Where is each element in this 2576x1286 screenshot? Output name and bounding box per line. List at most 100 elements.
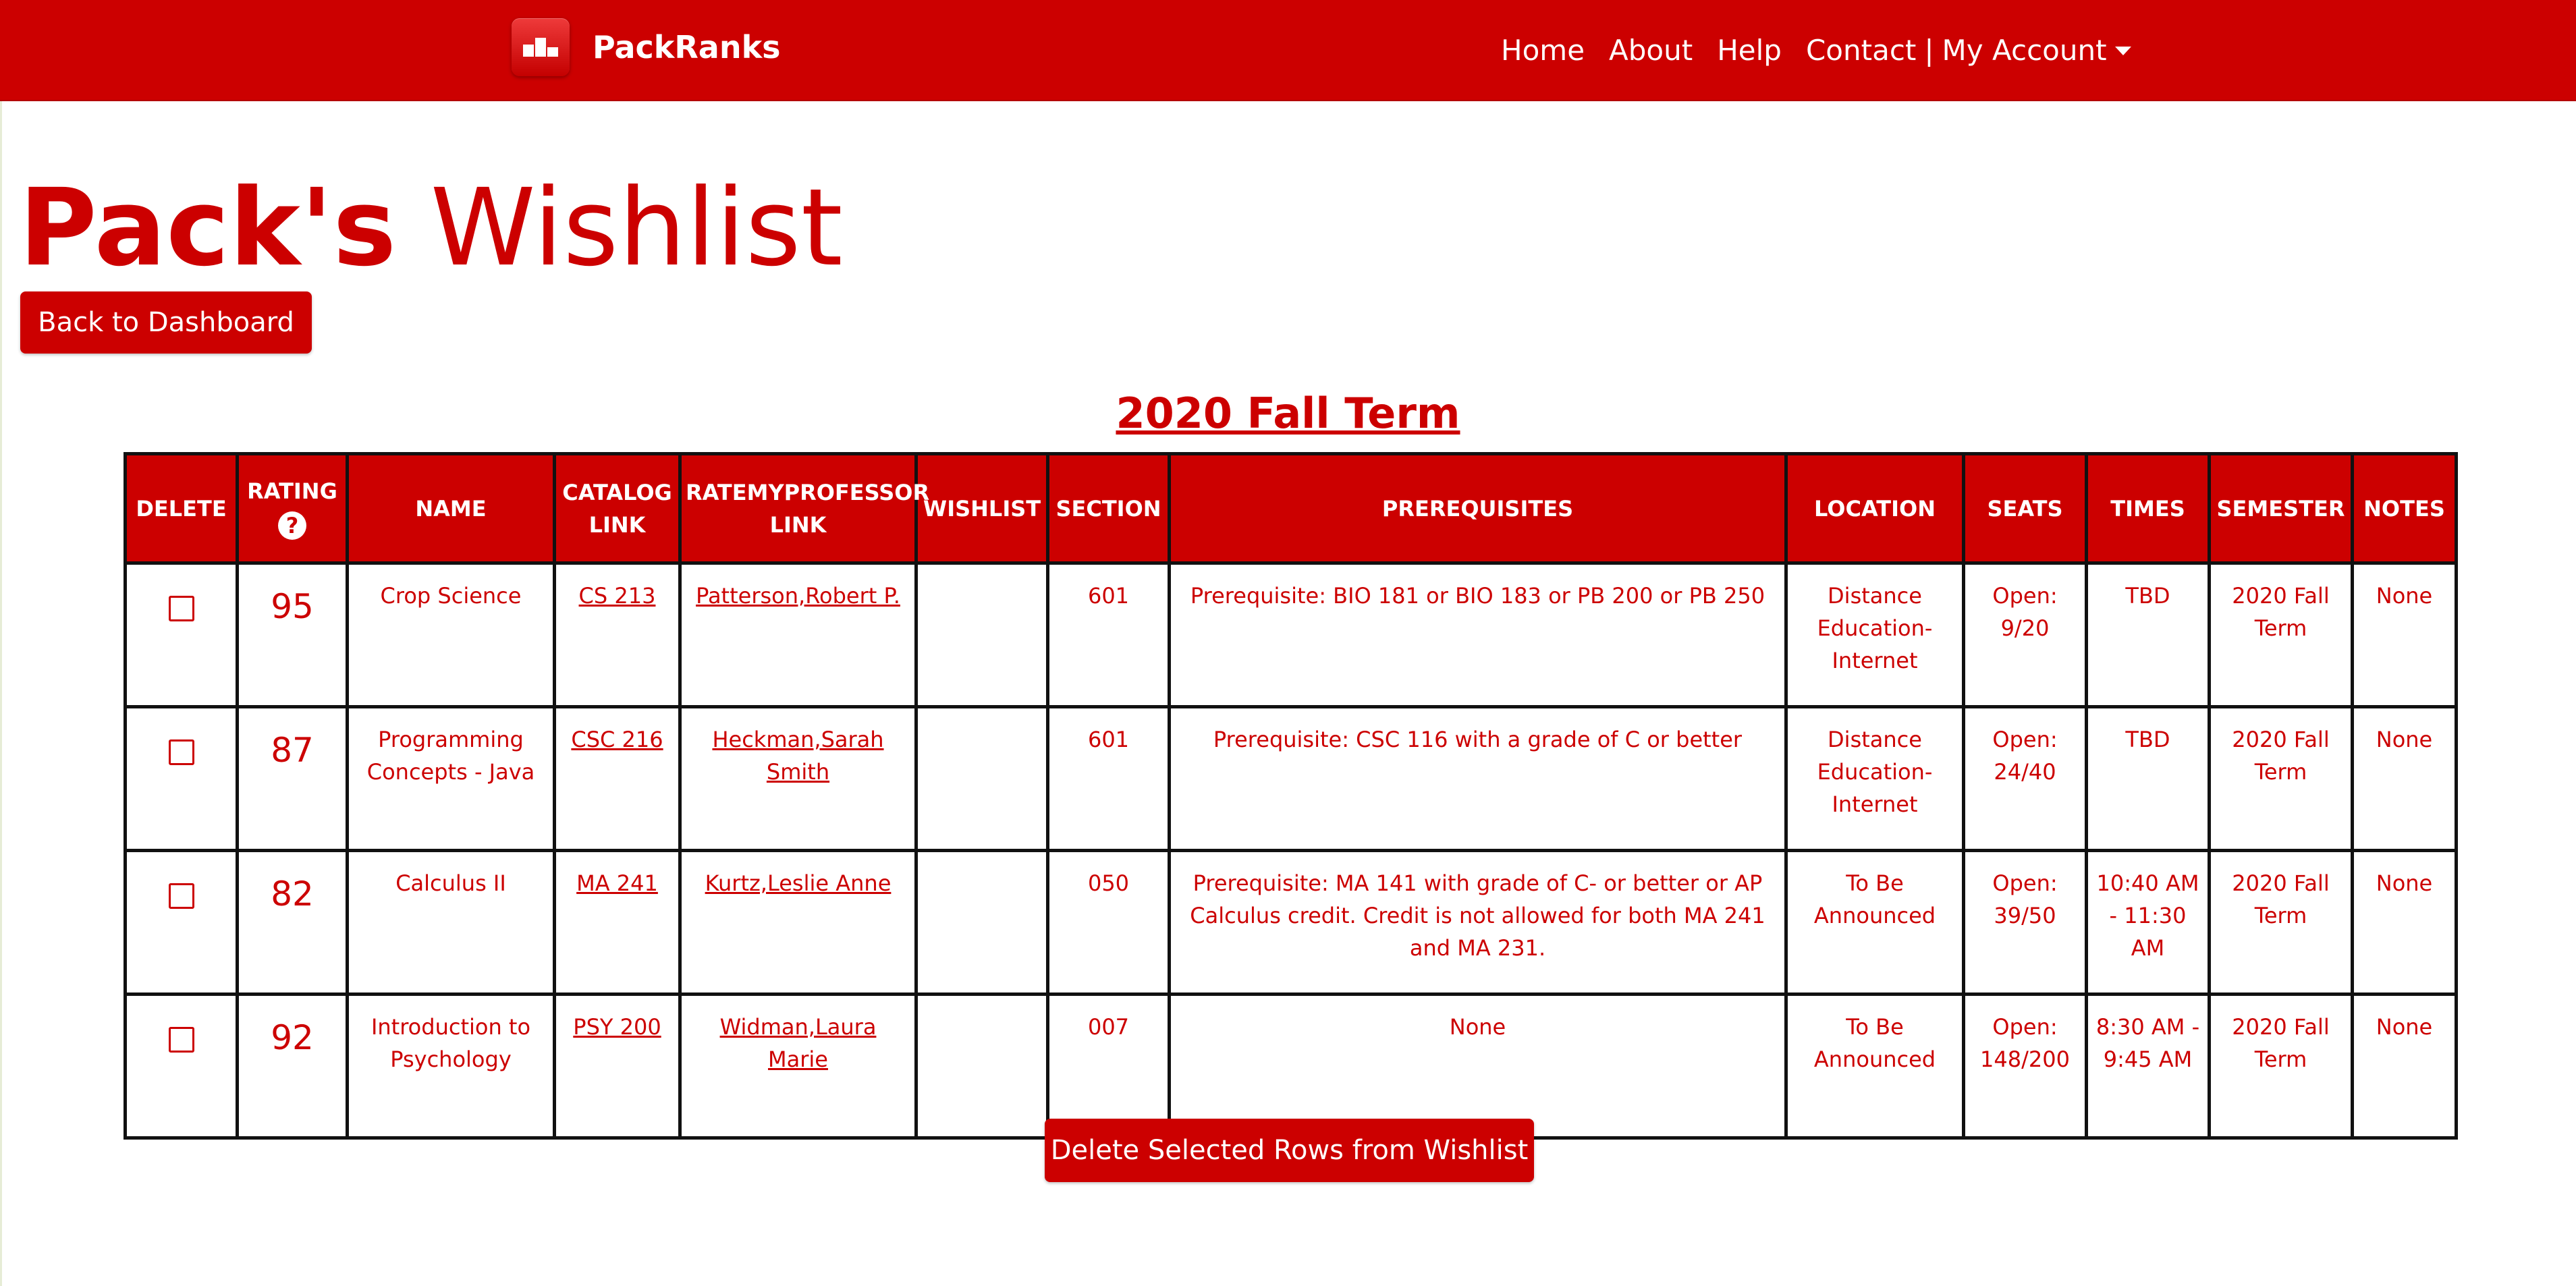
prerequisites-cell: Prerequisite: MA 141 with grade of C- or…	[1168, 849, 1788, 996]
nav-contact[interactable]: Contact	[1806, 34, 1916, 67]
nav-separator: |	[1924, 33, 1934, 67]
wishlist-cell	[914, 705, 1049, 852]
rmp-link[interactable]: Widman,Laura Marie	[720, 1014, 877, 1072]
catalog-link[interactable]: PSY 200	[573, 1014, 661, 1040]
rmp-cell: Widman,Laura Marie	[678, 993, 918, 1140]
help-icon[interactable]: ?	[278, 511, 306, 540]
rating-cell: 92	[236, 993, 349, 1140]
section-cell: 050	[1046, 849, 1171, 996]
page-left-edge	[0, 0, 2, 1286]
rating-cell: 82	[236, 849, 349, 996]
seats-cell: Open: 24/40	[1962, 705, 2088, 852]
seats-cell: Open: 148/200	[1962, 993, 2088, 1140]
times-cell: 8:30 AM - 9:45 AM	[2085, 993, 2211, 1140]
header-notes: NOTES	[2351, 452, 2458, 565]
catalog-cell: CSC 216	[553, 705, 682, 852]
rmp-link[interactable]: Kurtz,Leslie Anne	[705, 870, 892, 896]
header-times: TIMES	[2085, 452, 2211, 565]
nav-about[interactable]: About	[1609, 34, 1693, 67]
location-cell: Distance Education-Internet	[1784, 561, 1965, 708]
semester-cell: 2020 Fall Term	[2208, 849, 2354, 996]
rating-value: 87	[271, 731, 314, 770]
page-title: Pack's Wishlist	[19, 167, 843, 289]
times-cell: TBD	[2085, 561, 2211, 708]
catalog-link[interactable]: CS 213	[579, 583, 656, 609]
header-semester: SEMESTER	[2208, 452, 2354, 565]
wishlist-cell	[914, 561, 1049, 708]
top-navbar: PackRanks Home About Help Contact | My A…	[0, 0, 2576, 101]
header-wishlist: WISHLIST	[914, 452, 1049, 565]
notes-cell: None	[2351, 993, 2458, 1140]
prerequisites-cell: Prerequisite: BIO 181 or BIO 183 or PB 2…	[1168, 561, 1788, 708]
page-title-bold: Pack's	[19, 166, 397, 290]
rmp-link[interactable]: Patterson,Robert P.	[696, 583, 900, 609]
wishlist-cell	[914, 849, 1049, 996]
delete-cell	[124, 561, 239, 708]
course-name: Introduction to Psychology	[346, 993, 556, 1140]
header-seats: SEATS	[1962, 452, 2088, 565]
header-location: LOCATION	[1784, 452, 1965, 565]
section-cell: 601	[1046, 705, 1171, 852]
wishlist-cell	[914, 993, 1049, 1140]
header-rmp-link: RATEMYPROFESSOR LINK	[678, 452, 929, 565]
header-catalog-link: CATALOG LINK	[553, 452, 682, 565]
nav-links: Home About Help Contact | My Account	[1501, 30, 2131, 70]
podium-icon	[512, 18, 570, 76]
delete-selected-rows-button[interactable]: Delete Selected Rows from Wishlist	[1045, 1119, 1534, 1182]
delete-cell	[124, 993, 239, 1140]
delete-cell	[124, 705, 239, 852]
prerequisites-cell: Prerequisite: CSC 116 with a grade of C …	[1168, 705, 1788, 852]
times-cell: 10:40 AM - 11:30 AM	[2085, 849, 2211, 996]
course-name: Programming Concepts - Java	[346, 705, 556, 852]
semester-cell: 2020 Fall Term	[2208, 705, 2354, 852]
section-cell: 007	[1046, 993, 1171, 1140]
semester-cell: 2020 Fall Term	[2208, 993, 2354, 1140]
notes-cell: None	[2351, 849, 2458, 996]
term-heading: 2020 Fall Term	[1116, 389, 1460, 438]
catalog-link[interactable]: CSC 216	[571, 727, 663, 752]
header-rating: RATING ?	[236, 452, 349, 565]
table-row: 92 Introduction to Psychology PSY 200 Wi…	[124, 993, 2458, 1140]
header-prerequisites: PREREQUISITES	[1168, 452, 1788, 565]
rating-value: 92	[271, 1018, 314, 1057]
times-cell: TBD	[2085, 705, 2211, 852]
nav-home[interactable]: Home	[1501, 34, 1585, 67]
delete-cell	[124, 849, 239, 996]
rmp-cell: Kurtz,Leslie Anne	[678, 849, 918, 996]
delete-checkbox[interactable]	[168, 1027, 194, 1053]
brand[interactable]: PackRanks	[512, 16, 781, 78]
location-cell: To Be Announced	[1784, 993, 1965, 1140]
chevron-down-icon	[2114, 46, 2131, 55]
my-account-dropdown[interactable]: My Account	[1942, 34, 2131, 67]
prerequisites-cell: None	[1168, 993, 1788, 1140]
rmp-cell: Patterson,Robert P.	[678, 561, 918, 708]
catalog-link[interactable]: MA 241	[576, 870, 658, 896]
delete-checkbox[interactable]	[168, 596, 194, 621]
nav-help[interactable]: Help	[1717, 34, 1782, 67]
notes-cell: None	[2351, 561, 2458, 708]
seats-cell: Open: 39/50	[1962, 849, 2088, 996]
course-name: Crop Science	[346, 561, 556, 708]
page-title-rest: Wishlist	[430, 166, 843, 290]
location-cell: Distance Education-Internet	[1784, 705, 1965, 852]
rating-value: 82	[271, 874, 314, 914]
catalog-cell: CS 213	[553, 561, 682, 708]
wishlist-table: DELETE RATING ? NAME CATALOG LINK RATEMY…	[124, 452, 2458, 1140]
rating-cell: 95	[236, 561, 349, 708]
table-row: 82 Calculus II MA 241 Kurtz,Leslie Anne …	[124, 849, 2458, 996]
rating-value: 95	[271, 587, 314, 626]
header-section: SECTION	[1046, 452, 1171, 565]
catalog-cell: PSY 200	[553, 993, 682, 1140]
table-header-row: DELETE RATING ? NAME CATALOG LINK RATEMY…	[124, 452, 2458, 565]
delete-checkbox[interactable]	[168, 883, 194, 909]
seats-cell: Open: 9/20	[1962, 561, 2088, 708]
header-rating-label: RATING	[247, 478, 337, 504]
semester-cell: 2020 Fall Term	[2208, 561, 2354, 708]
rmp-link[interactable]: Heckman,Sarah Smith	[712, 727, 883, 785]
table-row: 95 Crop Science CS 213 Patterson,Robert …	[124, 561, 2458, 708]
my-account-label: My Account	[1942, 33, 2107, 67]
rating-cell: 87	[236, 705, 349, 852]
header-name: NAME	[346, 452, 556, 565]
back-to-dashboard-button[interactable]: Back to Dashboard	[20, 291, 312, 354]
delete-checkbox[interactable]	[168, 739, 194, 765]
